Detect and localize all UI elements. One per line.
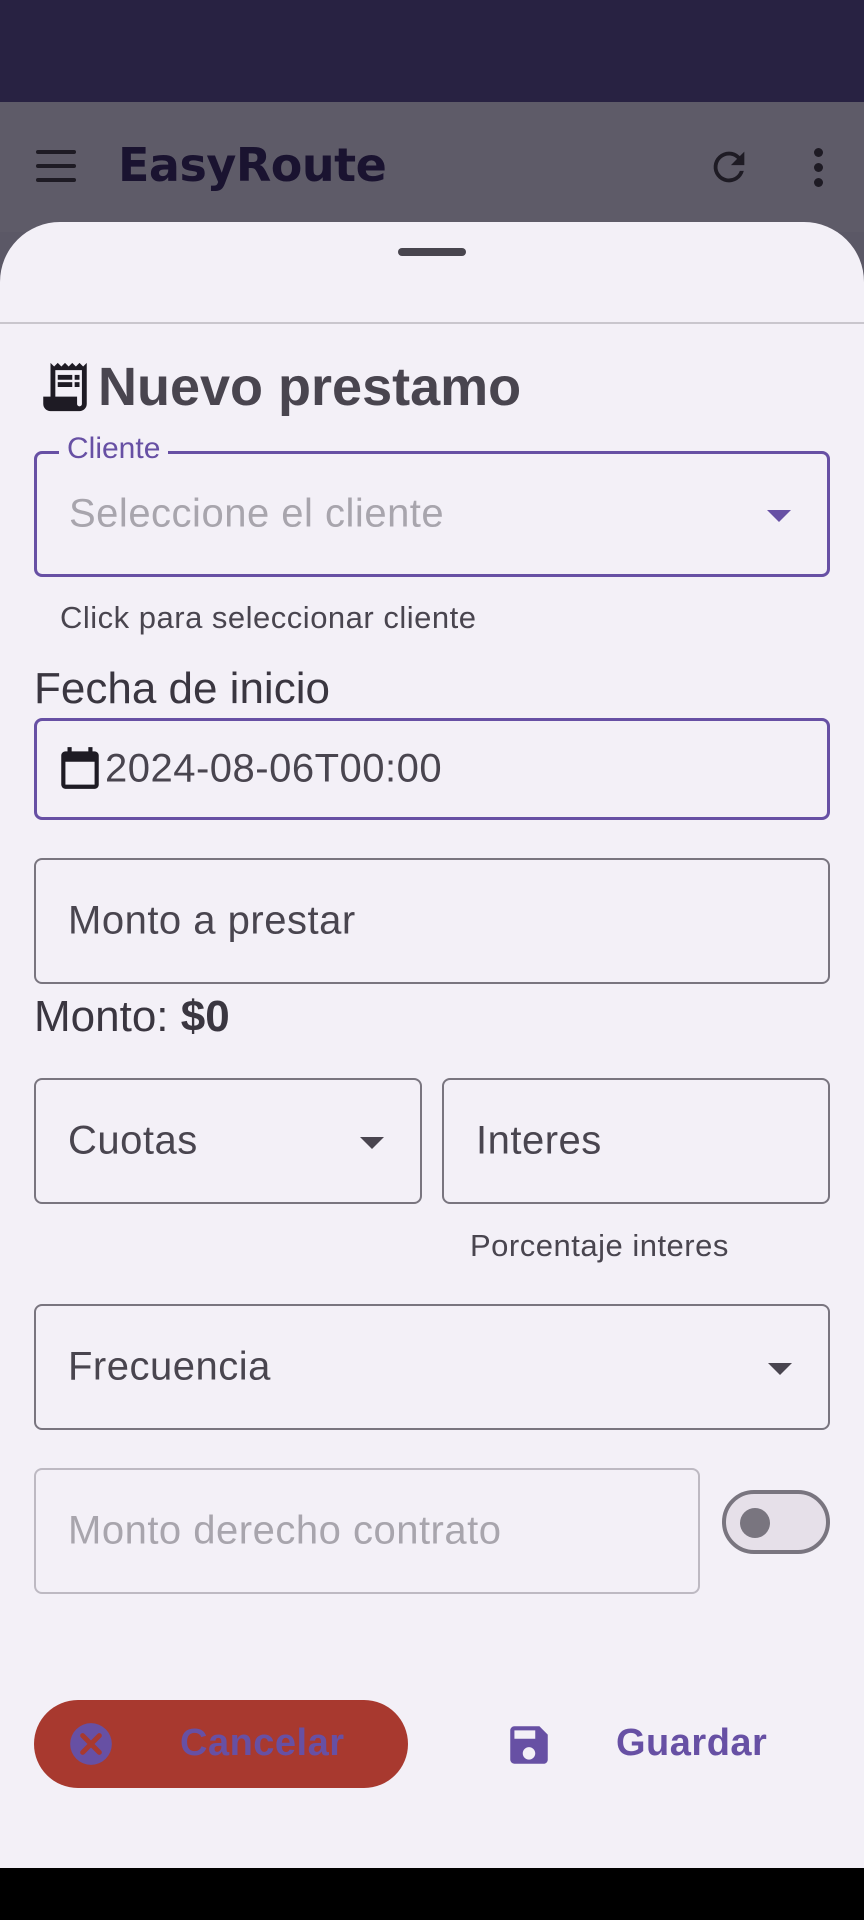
fecha-field[interactable]: 2024-08-06T00:00 (34, 718, 830, 820)
more-vert-icon[interactable] (806, 148, 830, 192)
cancel-label: Cancelar (180, 1722, 345, 1764)
frecuencia-label: Frecuencia (68, 1344, 271, 1389)
frecuencia-select[interactable]: Frecuencia (34, 1304, 830, 1430)
close-circle-icon (70, 1723, 112, 1765)
divider (0, 322, 864, 324)
menu-icon[interactable] (36, 150, 80, 184)
sheet-title: Nuevo prestamo (98, 357, 522, 417)
app-title: EasyRoute (118, 138, 387, 192)
system-nav-bar (0, 1868, 864, 1920)
monto-input[interactable]: Monto a prestar (34, 858, 830, 984)
monto-summary-value: $0 (180, 992, 230, 1041)
cuotas-label: Cuotas (68, 1118, 198, 1163)
app-bar: EasyRoute (0, 102, 864, 232)
interes-input[interactable]: Interes (442, 1078, 830, 1204)
fecha-label: Fecha de inicio (34, 664, 330, 713)
bottom-sheet: Nuevo prestamo Cliente Seleccione el cli… (0, 222, 864, 1868)
contrato-placeholder: Monto derecho contrato (68, 1508, 502, 1553)
save-label: Guardar (616, 1722, 768, 1764)
fecha-value: 2024-08-06T00:00 (105, 746, 443, 791)
status-bar (0, 0, 864, 102)
calendar-icon[interactable] (55, 743, 105, 793)
receipt-icon (43, 362, 87, 412)
monto-placeholder: Monto a prestar (68, 898, 356, 943)
cliente-select[interactable]: Cliente Seleccione el cliente (34, 432, 830, 577)
cancel-button[interactable]: Cancelar (34, 1700, 408, 1788)
monto-summary-label: Monto: (34, 992, 169, 1041)
cliente-helper: Click para seleccionar cliente (60, 600, 477, 635)
interes-label: Interes (476, 1118, 602, 1163)
toggle-knob (740, 1508, 770, 1538)
chevron-down-icon (767, 510, 791, 522)
monto-summary: Monto: $0 (34, 992, 230, 1042)
contrato-input[interactable]: Monto derecho contrato (34, 1468, 700, 1594)
save-icon (510, 1726, 548, 1764)
cliente-label: Cliente (59, 432, 169, 466)
interes-helper: Porcentaje interes (470, 1228, 729, 1263)
contrato-toggle[interactable] (722, 1490, 830, 1554)
chevron-down-icon (360, 1137, 384, 1149)
sheet-heading: Nuevo prestamo (36, 352, 521, 422)
save-button[interactable]: Guardar (500, 1700, 800, 1788)
drag-handle[interactable] (398, 248, 466, 256)
chevron-down-icon (768, 1363, 792, 1375)
cuotas-select[interactable]: Cuotas (34, 1078, 422, 1204)
refresh-icon[interactable] (706, 144, 752, 190)
cliente-placeholder: Seleccione el cliente (69, 491, 445, 536)
